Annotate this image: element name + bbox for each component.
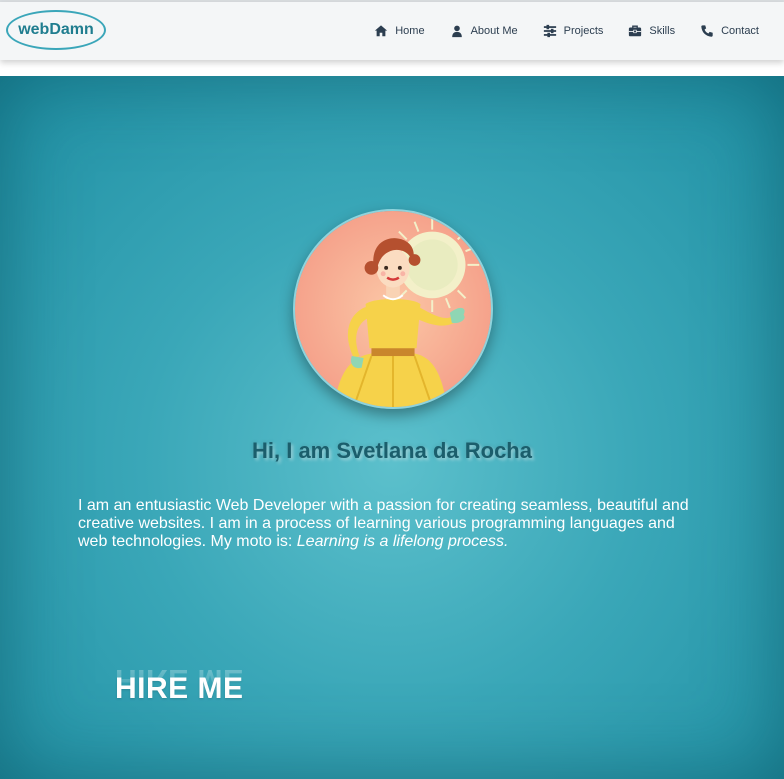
nav-label-about: About Me [470,25,518,37]
profile-avatar [293,209,493,409]
projects-icon [543,24,557,38]
nav-item-projects[interactable]: Projects [543,24,604,38]
hero-title: Hi, I am Svetlana da Rocha [252,438,532,463]
nav-item-contact[interactable]: Contact [700,24,759,38]
nav-label-skills: Skills [649,25,676,37]
nav-label-projects: Projects [563,25,604,37]
navbar: webDamn Home About Me Projects Skills Co… [0,2,784,60]
main-nav: Home About Me Projects Skills Contact [374,2,784,60]
home-icon [374,24,388,38]
toolbox-icon [628,24,642,38]
hero-section: Hi, I am Svetlana da Rocha I am an entus… [0,76,784,779]
nav-item-home[interactable]: Home [374,24,425,38]
nav-label-home: Home [395,25,425,37]
nav-item-about[interactable]: About Me [450,24,518,38]
hire-me-button[interactable]: HIRE ME [115,672,244,706]
user-icon [450,24,464,38]
nav-item-skills[interactable]: Skills [628,24,675,38]
phone-icon [700,24,714,38]
motto-text: Learning is a lifelong process. [296,533,509,550]
intro-paragraph: I am an entusiastic Web Developer with a… [78,497,698,551]
nav-label-contact: Contact [721,25,759,37]
retro-woman-illustration [295,211,491,407]
logo-link[interactable]: webDamn [6,10,106,50]
